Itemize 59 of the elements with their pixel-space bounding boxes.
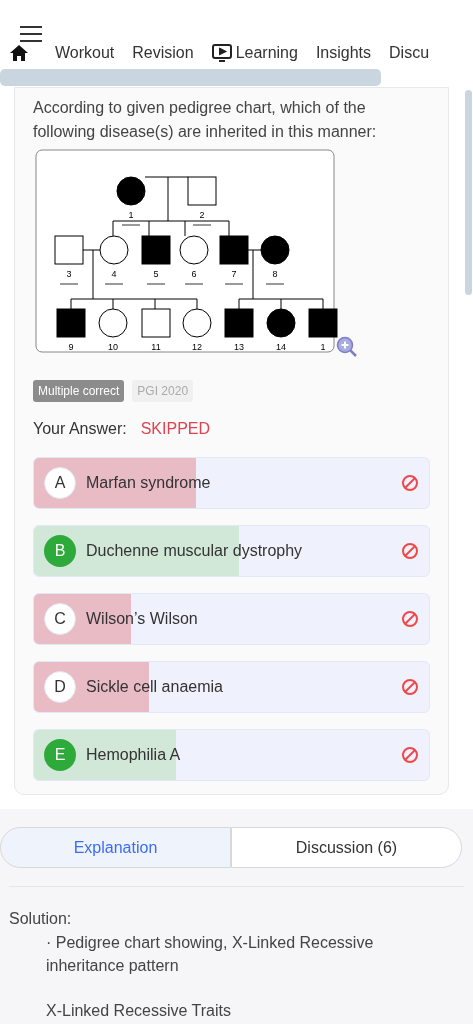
solution-heading: Solution: (9, 909, 73, 929)
member-number: 5 (153, 269, 159, 279)
member-number: 11 (151, 342, 161, 352)
answer-option[interactable]: D Sickle cell anaemia (33, 661, 430, 713)
member-number: 12 (192, 342, 202, 352)
member-number: 9 (68, 342, 74, 352)
blank-line (121, 224, 141, 226)
nav-tab[interactable]: Discu (389, 41, 430, 65)
home-icon[interactable] (10, 45, 28, 61)
member-number: 13 (234, 342, 244, 352)
solution-subheading: X-Linked Recessive Traits (45, 1001, 232, 1021)
member-number: 4 (111, 269, 117, 279)
member-number: 3 (66, 269, 72, 279)
content-tab[interactable]: Discussion (6) (231, 827, 462, 868)
blank-line (104, 283, 124, 285)
nav-tab[interactable]: Workout (55, 41, 115, 65)
member-number: 14 (276, 342, 286, 352)
solution-bullet: · Pedigree chart showing, X-Linked Recessive inheritance pattern (45, 933, 375, 976)
option-text: Sickle cell anaemia (86, 677, 224, 697)
option-text: Marfan syndrome (86, 473, 212, 493)
member-number: 2 (199, 210, 205, 220)
blank-line (192, 224, 212, 226)
member-number: 6 (191, 269, 197, 279)
blocked-icon (401, 542, 419, 560)
blank-line (184, 283, 204, 285)
option-text: Hemophilia A (86, 745, 182, 765)
blank-line (59, 283, 79, 285)
option-text: Duchenne muscular dystrophy (86, 541, 304, 561)
question-type-tag: Multiple correct (33, 380, 125, 402)
blank-line (224, 283, 244, 285)
blank-line (265, 283, 285, 285)
member-number: 1 (128, 210, 134, 220)
source-tag: PGI 2020 (132, 380, 194, 402)
video-icon (211, 44, 232, 62)
menu-icon[interactable] (20, 26, 42, 42)
member-number: 1 (320, 342, 326, 352)
answer-option[interactable]: A Marfan syndrome (33, 457, 430, 509)
vertical-scrollbar[interactable] (465, 90, 472, 295)
nav-tab[interactable]: Learning (211, 41, 298, 65)
blocked-icon (401, 610, 419, 628)
answer-status: SKIPPED (140, 419, 211, 439)
answer-label: Your Answer: (33, 419, 127, 439)
nav-tab[interactable]: Insights (315, 41, 372, 65)
answer-option[interactable]: E Hemophilia A (33, 729, 430, 781)
blocked-icon (401, 474, 419, 492)
nav-tab[interactable]: Revision (132, 41, 194, 65)
member-number: 10 (108, 342, 118, 352)
member-number: 8 (272, 269, 278, 279)
horizontal-scrollbar[interactable] (0, 69, 381, 86)
blank-line (146, 283, 166, 285)
answer-option[interactable]: C Wilson’s Wilson (33, 593, 430, 645)
content-tab[interactable]: Explanation (0, 827, 231, 868)
member-number: 7 (231, 269, 237, 279)
zoom-in-icon[interactable] (336, 336, 358, 358)
option-text: Wilson’s Wilson (86, 609, 199, 629)
blocked-icon (401, 678, 419, 696)
blocked-icon (401, 746, 419, 764)
answer-option[interactable]: B Duchenne muscular dystrophy (33, 525, 430, 577)
question-text: According to given pedigree chart, which of the following disease(s) are inherited in this manner: (33, 98, 378, 142)
